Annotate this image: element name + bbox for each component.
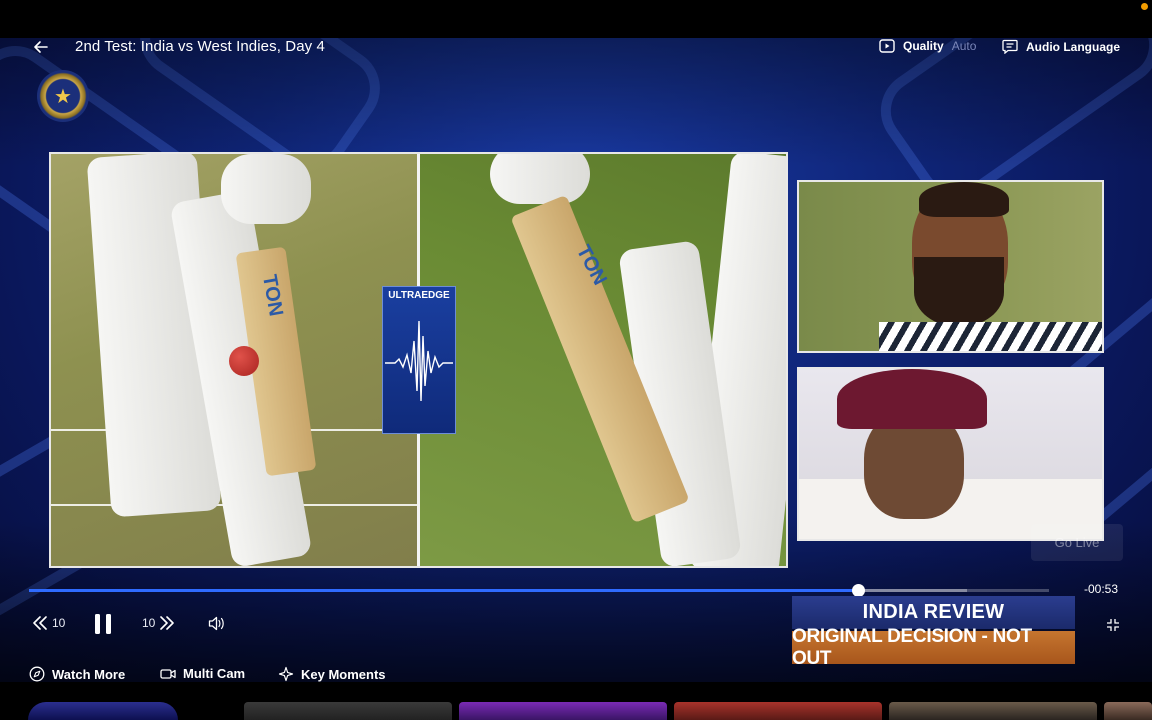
- quality-value: Auto: [951, 39, 977, 53]
- ultraedge-graphic: ULTRAEDGE: [382, 286, 456, 434]
- top-system-bar: [0, 0, 1152, 38]
- go-live-button[interactable]: Go Live: [1031, 524, 1123, 561]
- waveform-icon: [385, 320, 453, 402]
- multi-cam-label: Multi Cam: [183, 666, 246, 681]
- back-button[interactable]: [30, 38, 52, 58]
- key-moments-button[interactable]: Key Moments: [278, 666, 386, 682]
- thumbnail[interactable]: [244, 702, 452, 720]
- double-chevron-right-icon: [160, 616, 175, 630]
- thumbnail[interactable]: [28, 702, 178, 720]
- batter-gloves: [221, 154, 311, 224]
- thumbnail[interactable]: [889, 702, 1097, 720]
- watch-more-button[interactable]: Watch More: [29, 666, 125, 682]
- thumbnail[interactable]: [674, 702, 882, 720]
- speech-bubble-icon: [1002, 39, 1018, 54]
- forward-button[interactable]: 10: [142, 616, 175, 630]
- recording-indicator: [1141, 3, 1148, 10]
- bcci-logo: ★: [37, 70, 89, 122]
- bowler-beard: [914, 257, 1004, 327]
- play-box-icon: [879, 39, 895, 53]
- exit-fullscreen-button[interactable]: [1106, 618, 1120, 632]
- batter-gloves: [490, 154, 590, 204]
- audio-language-label: Audio Language: [1026, 39, 1120, 54]
- rewind-button[interactable]: 10: [32, 616, 65, 630]
- ultraedge-label: ULTRAEDGE: [388, 290, 450, 301]
- volume-button[interactable]: [208, 616, 225, 631]
- batter-camera-feed: [797, 367, 1104, 541]
- cricket-ball: [229, 346, 259, 376]
- sparkle-icon: [278, 666, 294, 682]
- time-remaining: -00:53: [1084, 582, 1119, 596]
- bowler-camera-feed: [797, 180, 1104, 353]
- replay-right-angle: TON: [420, 154, 786, 566]
- review-banner-title: INDIA REVIEW: [792, 596, 1075, 629]
- audio-language-selector[interactable]: Audio Language: [1002, 39, 1120, 54]
- quality-label: Quality: [903, 39, 944, 53]
- compass-icon: [29, 666, 45, 682]
- thumbnail-strip: [0, 682, 1152, 720]
- bowler-hair: [919, 182, 1009, 217]
- replay-left-angle: TON: [51, 154, 417, 566]
- double-chevron-left-icon: [33, 616, 47, 630]
- batter-helmet: [837, 369, 987, 429]
- video-title: 2nd Test: India vs West Indies, Day 4: [75, 38, 325, 55]
- pause-icon: [95, 614, 111, 634]
- progress-bar[interactable]: [29, 584, 1049, 597]
- forward-seconds: 10: [142, 616, 156, 630]
- thumbnail[interactable]: [459, 702, 667, 720]
- bowler-jersey: [879, 322, 1102, 351]
- video-player[interactable]: 2nd Test: India vs West Indies, Day 4 Qu…: [0, 38, 1152, 682]
- quality-selector[interactable]: Quality Auto: [879, 39, 976, 53]
- review-banner: INDIA REVIEW ORIGINAL DECISION - NOT OUT: [792, 596, 1075, 669]
- arrow-left-icon: [34, 41, 48, 53]
- speaker-icon: [208, 616, 224, 631]
- review-banner-decision: ORIGINAL DECISION - NOT OUT: [792, 626, 1075, 669]
- progress-played: [29, 589, 859, 592]
- key-moments-label: Key Moments: [301, 666, 386, 682]
- minimize-icon: [1107, 619, 1119, 631]
- watch-more-label: Watch More: [52, 666, 126, 682]
- pause-button[interactable]: [94, 613, 112, 635]
- video-camera-icon: [160, 668, 176, 679]
- thumbnail[interactable]: [1104, 702, 1152, 720]
- multi-cam-button[interactable]: Multi Cam: [160, 666, 245, 681]
- star-icon: ★: [54, 85, 72, 108]
- rewind-seconds: 10: [52, 616, 66, 630]
